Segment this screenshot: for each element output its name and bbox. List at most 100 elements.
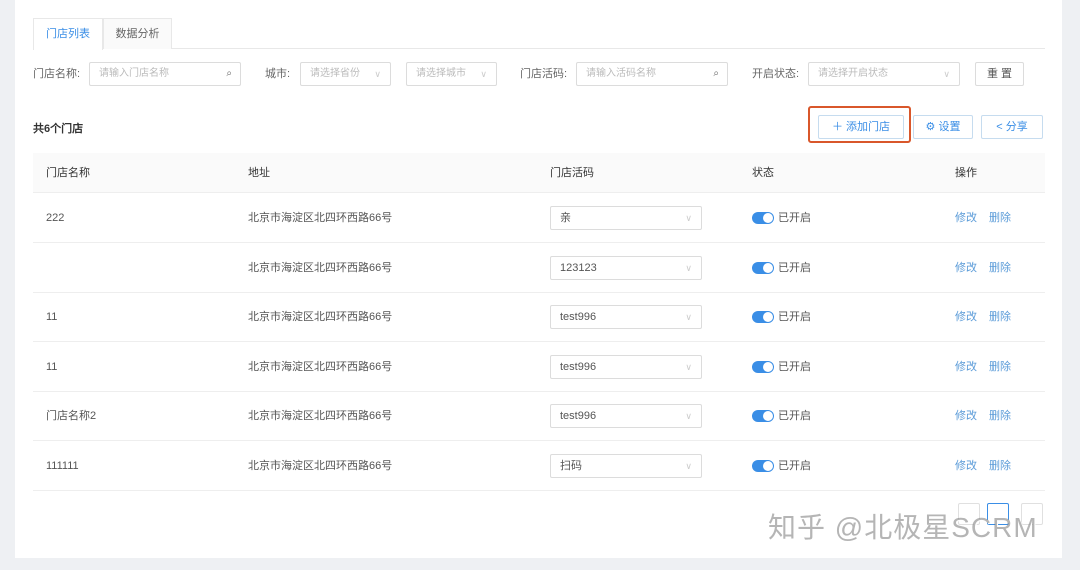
store-code-input[interactable]: 请输入活码名称 ⌕ — [576, 62, 728, 86]
store-code-select[interactable]: 扫码 ∨ — [550, 453, 702, 478]
store-code-value: test996 — [560, 410, 597, 422]
table-row: 222 北京市海淀区北四环西路66号 亲 ∨ 已开启 修改 删除 — [33, 193, 1045, 243]
tab-bar: 门店列表 数据分析 — [33, 18, 1045, 50]
placeholder: 请输入活码名称 — [586, 68, 656, 79]
store-list-panel: 门店列表 数据分析 门店名称: 请输入门店名称 ⌕ 城市: 请选择省份 ∨ 请选择城… — [15, 0, 1062, 558]
share-label: 分享 — [1005, 121, 1028, 133]
store-name-label: 门店名称: — [33, 68, 81, 80]
store-address: 北京市海淀区北四环西路66号 — [248, 311, 393, 323]
city-label: 城市: — [265, 68, 291, 80]
store-code-select[interactable]: 123123 ∨ — [550, 255, 702, 280]
city-select[interactable]: 请选择城市 ∨ — [406, 62, 497, 86]
store-address: 北京市海淀区北四环西路66号 — [248, 212, 393, 224]
reset-button[interactable]: 重 置 — [975, 62, 1024, 86]
table-row: 北京市海淀区北四环西路66号 123123 ∨ 已开启 修改 删除 — [33, 243, 1045, 293]
store-code-label: 门店活码: — [520, 68, 568, 80]
store-name-input[interactable]: 请输入门店名称 ⌕ — [89, 62, 241, 86]
chevron-down-icon: ∨ — [685, 460, 692, 471]
status-toggle[interactable] — [752, 212, 774, 224]
store-code-select[interactable]: test996 ∨ — [550, 354, 702, 379]
table-row: 111111 北京市海淀区北四环西路66号 扫码 ∨ 已开启 修改 删除 — [33, 441, 1045, 491]
store-code-select[interactable]: 亲 ∨ — [550, 206, 702, 230]
chevron-down-icon: ∨ — [685, 361, 692, 372]
store-name: 11 — [46, 360, 58, 373]
store-name: 11 — [46, 311, 58, 323]
search-icon[interactable]: ⌕ — [226, 63, 232, 85]
column-header: 门店名称 — [46, 167, 90, 179]
chevron-down-icon: ∨ — [480, 69, 487, 79]
delete-link[interactable]: 删除 — [989, 292, 1011, 342]
gear-icon: ⚙ — [925, 121, 939, 133]
status-toggle[interactable] — [752, 459, 774, 472]
store-name: 门店名称2 — [46, 410, 97, 422]
edit-link[interactable]: 修改 — [955, 193, 977, 243]
store-address: 北京市海淀区北四环西路66号 — [248, 360, 393, 373]
edit-link[interactable]: 修改 — [955, 243, 977, 293]
status-toggle[interactable] — [752, 261, 774, 274]
store-code-select[interactable]: test996 ∨ — [550, 305, 702, 329]
status-label: 开启状态: — [752, 68, 800, 80]
add-label: 添加门店 — [846, 121, 891, 133]
province-select[interactable]: 请选择省份 ∨ — [300, 62, 391, 86]
chevron-down-icon: ∨ — [685, 213, 692, 223]
share-icon: < — [996, 121, 1006, 133]
store-code-value: 亲 — [560, 212, 571, 224]
edit-link[interactable]: 修改 — [955, 292, 977, 342]
status-text: 已开启 — [778, 360, 811, 373]
store-count: 共6个门店 — [33, 123, 84, 135]
edit-link[interactable]: 修改 — [955, 391, 977, 441]
status-text: 已开启 — [778, 261, 811, 274]
store-name: 111111 — [46, 459, 79, 472]
status-text: 已开启 — [778, 311, 811, 323]
column-header: 门店活码 — [550, 167, 594, 179]
column-header: 地址 — [248, 167, 270, 179]
edit-link[interactable]: 修改 — [955, 441, 977, 491]
chevron-down-icon: ∨ — [685, 411, 692, 421]
store-code-value: 123123 — [560, 261, 597, 274]
placeholder: 请选择开启状态 — [818, 68, 888, 79]
store-address: 北京市海淀区北四环西路66号 — [248, 410, 393, 422]
store-code-select[interactable]: test996 ∨ — [550, 404, 702, 428]
status-toggle[interactable] — [752, 410, 774, 422]
status-toggle[interactable] — [752, 360, 774, 373]
chevron-down-icon: ∨ — [685, 312, 692, 322]
delete-link[interactable]: 删除 — [989, 441, 1011, 491]
column-header: 状态 — [752, 167, 774, 179]
status-text: 已开启 — [778, 212, 811, 224]
plus-icon: ＋ — [831, 121, 847, 133]
chevron-down-icon: ∨ — [374, 69, 381, 79]
tab-data-analysis[interactable]: 数据分析 — [103, 18, 172, 49]
status-select[interactable]: 请选择开启状态 ∨ — [808, 62, 960, 86]
settings-label: 设置 — [938, 121, 961, 133]
share-button[interactable]: < 分享 — [981, 115, 1043, 139]
status-text: 已开启 — [778, 459, 811, 472]
watermark: 知乎 @北极星SCRM — [768, 512, 1038, 543]
table-row: 11 北京市海淀区北四环西路66号 test996 ∨ 已开启 修改 删除 — [33, 342, 1045, 392]
chevron-down-icon: ∨ — [943, 69, 950, 79]
status-toggle[interactable] — [752, 311, 774, 323]
search-icon[interactable]: ⌕ — [713, 63, 719, 85]
add-store-button[interactable]: ＋ 添加门店 — [818, 115, 904, 139]
delete-link[interactable]: 删除 — [989, 391, 1011, 441]
delete-link[interactable]: 删除 — [989, 243, 1011, 293]
placeholder: 请选择省份 — [310, 68, 360, 79]
table-row: 11 北京市海淀区北四环西路66号 test996 ∨ 已开启 修改 删除 — [33, 292, 1045, 342]
store-code-value: 扫码 — [560, 459, 582, 472]
placeholder: 请输入门店名称 — [99, 68, 169, 79]
tab-store-list[interactable]: 门店列表 — [33, 18, 103, 50]
chevron-down-icon: ∨ — [685, 262, 692, 273]
settings-button[interactable]: ⚙ 设置 — [913, 115, 973, 139]
delete-link[interactable]: 删除 — [989, 342, 1011, 392]
store-code-value: test996 — [560, 311, 597, 323]
status-text: 已开启 — [778, 410, 811, 422]
store-address: 北京市海淀区北四环西路66号 — [248, 459, 393, 472]
store-address: 北京市海淀区北四环西路66号 — [248, 261, 393, 274]
table-header: 门店名称 地址 门店活码 状态 操作 — [33, 153, 1045, 193]
store-name: 222 — [46, 212, 65, 224]
delete-link[interactable]: 删除 — [989, 193, 1011, 243]
store-code-value: test996 — [560, 360, 597, 373]
column-header: 操作 — [955, 167, 977, 179]
placeholder: 请选择城市 — [416, 68, 466, 79]
edit-link[interactable]: 修改 — [955, 342, 977, 392]
table-row: 门店名称2 北京市海淀区北四环西路66号 test996 ∨ 已开启 修改 删除 — [33, 391, 1045, 441]
